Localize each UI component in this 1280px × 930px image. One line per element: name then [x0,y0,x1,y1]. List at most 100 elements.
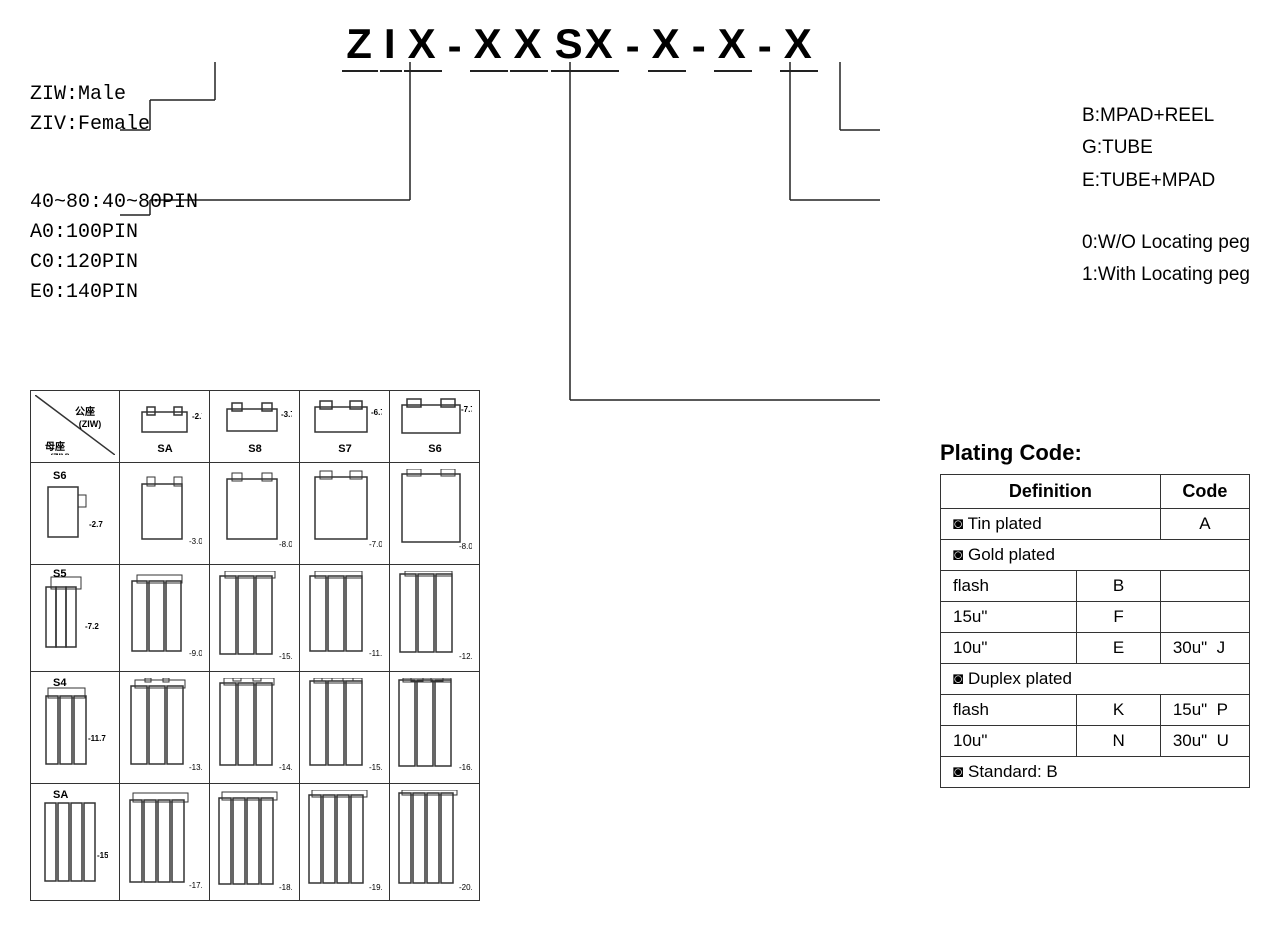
standard-cell: ◙ Standard: B [941,757,1250,788]
gold-e-cell: E [1077,633,1160,664]
duplex-10u-row: 10u" N 30u" U [941,726,1250,757]
diagonal-line-svg: 公座 (ZIW) 母座 (ZIV) [35,395,115,455]
svg-text:-7.0: -7.0 [369,540,382,549]
s4-s7-svg: -15.0 [307,678,382,778]
packaging-e: E:TUBE+MPAD [1082,165,1250,197]
row-S6: S6 -2.7 -3.0 [31,463,480,565]
svg-text:-8.0: -8.0 [459,542,472,551]
sep3: - [688,22,712,72]
svg-text:S6: S6 [53,470,66,482]
pin-count-group: 40~80:40~80PIN A0:100PIN C0:120PIN E0:14… [30,188,198,308]
sa-s6-svg: -20.0 [397,790,472,895]
svg-text:-15.7: -15.7 [97,851,108,860]
duplex-header-row: ◙ Duplex plated [941,664,1250,695]
pin-e0: E0:140PIN [30,278,198,308]
gold-f-right [1160,602,1249,633]
svg-text:S5: S5 [53,569,66,580]
sep1: - [444,22,468,72]
svg-text:-2.7: -2.7 [192,412,202,421]
gold-details-row: 15u" F [941,602,1250,633]
s6-s6-svg: -8.0 [397,469,472,559]
sa-s8-svg: -18.0 [217,790,292,895]
gold-flash-cell: flash [941,571,1077,602]
cell-SA-SA: -17.0 [120,784,210,901]
cell-SA-S6: -20.0 [390,784,480,901]
locating-1: 1:With Locating peg [1082,259,1250,291]
row-SA: SA -15.7 -17.0 [31,784,480,901]
svg-text:公座: 公座 [75,405,95,418]
locating-0: 0:W/O Locating peg [1082,227,1250,259]
svg-text:-19.0: -19.0 [369,883,382,892]
char-SX: SX [551,20,619,72]
s4-s6-svg: -16.0 [397,678,472,778]
s6-label-svg: S6 -2.7 [43,467,108,557]
s6-s7-svg: -7.0 [307,469,382,559]
gender-group: ZIW:Male ZIV:Female [30,80,198,140]
sep4: - [754,22,778,72]
s6-header-svg: S6 -7.7 [397,397,472,457]
svg-text:S8: S8 [248,443,261,455]
tin-plated-cell: ◙ Tin plated [941,509,1161,540]
cell-S4-S8: -14.0 [210,672,300,784]
svg-text:-12.0: -12.0 [459,652,472,661]
gold-flash-row: flash B [941,571,1250,602]
header-S6: S6 -7.7 [390,391,480,463]
s8-header-svg: S8 -3.7 [217,397,292,457]
svg-text:-11.0: -11.0 [369,649,382,658]
svg-text:(ZIV): (ZIV) [50,452,70,455]
cell-S4-S6: -16.0 [390,672,480,784]
svg-text:S4: S4 [53,677,67,689]
cell-S5-S7: -11.0 [300,565,390,672]
left-annotations: ZIW:Male ZIV:Female 40~80:40~80PIN A0:10… [30,80,198,326]
char-X3: X [510,20,548,72]
cell-S4-SA: -13.0 [120,672,210,784]
s5-s7-svg: -11.0 [307,571,382,666]
sa-label-svg: SA -15.7 [43,788,108,893]
char-X2: X [470,20,508,72]
gender-female: ZIV:Female [30,110,198,140]
tin-code-cell: A [1160,509,1249,540]
definition-header: Definition [941,475,1161,509]
cell-S6-SA: -3.0 [120,463,210,565]
svg-text:SA: SA [157,443,172,455]
svg-text:-14.0: -14.0 [279,763,292,772]
header-S8: S8 -3.7 [210,391,300,463]
header-SA: SA -2.7 [120,391,210,463]
tin-plated-row: ◙ Tin plated A [941,509,1250,540]
svg-text:-9.0: -9.0 [189,649,202,658]
gold-10u-row: 10u" E 30u" J [941,633,1250,664]
cell-SA-S7: -19.0 [300,784,390,901]
pin-a0: A0:100PIN [30,218,198,248]
svg-text:-11.7: -11.7 [88,734,106,743]
svg-text:(ZIW): (ZIW) [79,419,102,429]
gold-flash-b-cell: B [1077,571,1160,602]
duplex-15u-right: 15u" P [1160,695,1249,726]
gold-plated-header-row: ◙ Gold plated [941,540,1250,571]
gold-30u-right: 30u" J [1160,633,1249,664]
char-X6: X [780,20,818,72]
cell-S6-S6: -8.0 [390,463,480,565]
packaging-b: B:MPAD+REEL [1082,100,1250,132]
connector-table: 公座 (ZIW) 母座 (ZIV) SA - [30,390,480,901]
s4-sa-svg: -13.0 [127,678,202,778]
row-label-S5: S5 -7.2 [31,565,120,672]
gold-plated-header-cell: ◙ Gold plated [941,540,1250,571]
svg-text:-18.0: -18.0 [279,883,292,892]
svg-text:-7.2: -7.2 [85,622,99,631]
sa-s7-svg: -19.0 [307,790,382,895]
svg-text:-3.0: -3.0 [189,537,202,546]
standard-row: ◙ Standard: B [941,757,1250,788]
duplex-30u-right: 30u" U [1160,726,1249,757]
char-Z: Z [342,20,378,72]
duplex-k-cell: K [1077,695,1160,726]
part-number-display: Z I X - X X SX - X - X - X [0,20,1190,72]
cell-S4-S7: -15.0 [300,672,390,784]
corner-cell: 公座 (ZIW) 母座 (ZIV) [31,391,120,463]
packaging-g: G:TUBE [1082,132,1250,164]
cell-S6-S7: -7.0 [300,463,390,565]
gold-10u-cell: 10u" [941,633,1077,664]
sa-sa-svg: -17.0 [127,790,202,895]
row-S5: S5 -7.2 -9.0 [31,565,480,672]
s4-s8-svg: -14.0 [217,678,292,778]
duplex-10u-cell: 10u" [941,726,1077,757]
